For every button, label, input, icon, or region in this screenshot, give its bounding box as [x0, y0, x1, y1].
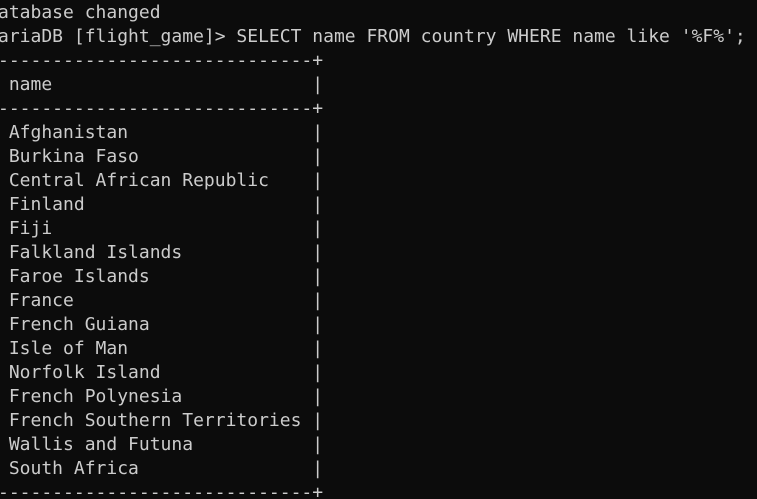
table-row: Wallis and Futuna | — [0, 434, 324, 455]
table-row: Fiji | — [0, 218, 324, 239]
table-row: Isle of Man | — [0, 338, 324, 359]
table-border-top: -----------------------------+ — [0, 50, 324, 71]
table-row: Afghanistan | — [0, 122, 324, 143]
table-row: Falkland Islands | — [0, 242, 324, 263]
table-row: South Africa | — [0, 458, 324, 479]
prompt: ariaDB [flight_game]> — [0, 26, 237, 47]
table-border-bottom: -----------------------------+ — [0, 482, 324, 499]
table-row: French Polynesia | — [0, 386, 324, 407]
table-row: Burkina Faso | — [0, 146, 324, 167]
table-row: Central African Republic | — [0, 170, 324, 191]
status-line: atabase changed — [0, 2, 161, 23]
table-row: Faroe Islands | — [0, 266, 324, 287]
table-row: Norfolk Island | — [0, 362, 324, 383]
table-row: French Guiana | — [0, 314, 324, 335]
sql-command: SELECT name FROM country WHERE name like… — [236, 26, 746, 47]
table-header: name | — [0, 74, 324, 95]
table-row: French Southern Territories | — [0, 410, 324, 431]
table-border-mid: -----------------------------+ — [0, 98, 324, 119]
prompt-line: ariaDB [flight_game]> SELECT name FROM c… — [0, 25, 746, 49]
table-row: France | — [0, 290, 324, 311]
table-row: Finland | — [0, 194, 324, 215]
terminal-window[interactable]: atabase changed ariaDB [flight_game]> SE… — [0, 0, 757, 499]
